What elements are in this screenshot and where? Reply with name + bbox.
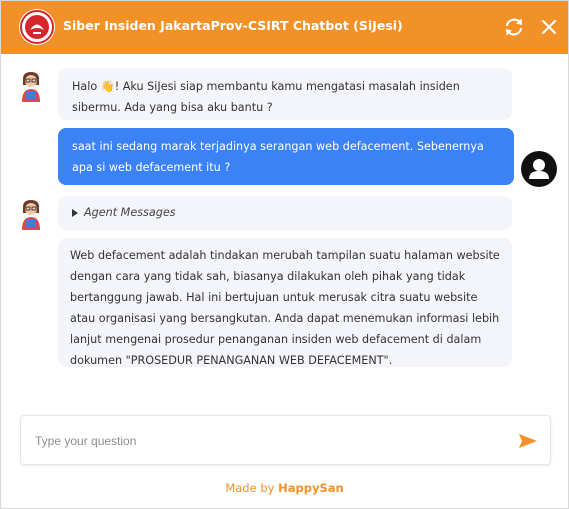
close-icon[interactable] (536, 14, 562, 40)
question-input-container (20, 415, 551, 465)
bot-message: Web defacement adalah tindakan merubah t… (58, 238, 512, 367)
chatbot-window: Siber Insiden JakartaProv-CSIRT Chatbot … (0, 0, 569, 509)
bot-message: Halo 👋! Aku SiJesi siap membantu kamu me… (58, 68, 512, 120)
expand-triangle-icon (72, 208, 78, 217)
question-input[interactable] (35, 431, 505, 451)
chat-title: Siber Insiden JakartaProv-CSIRT Chatbot … (63, 18, 403, 33)
chat-header: Siber Insiden JakartaProv-CSIRT Chatbot … (1, 1, 568, 54)
footer-brand[interactable]: HappySan (278, 481, 344, 495)
bot-avatar (17, 69, 45, 103)
csirt-logo-icon (19, 9, 55, 45)
send-icon[interactable] (517, 431, 539, 451)
footer-prefix: Made by (225, 481, 279, 495)
agent-messages-toggle[interactable]: Agent Messages (58, 196, 512, 230)
agent-messages-label: Agent Messages (84, 206, 176, 219)
user-message: saat ini sedang marak terjadinya seranga… (58, 128, 514, 185)
refresh-icon[interactable] (501, 14, 527, 40)
footer-credit: Made by HappySan (1, 481, 568, 495)
user-avatar-icon (521, 151, 557, 187)
bot-avatar (17, 197, 45, 231)
